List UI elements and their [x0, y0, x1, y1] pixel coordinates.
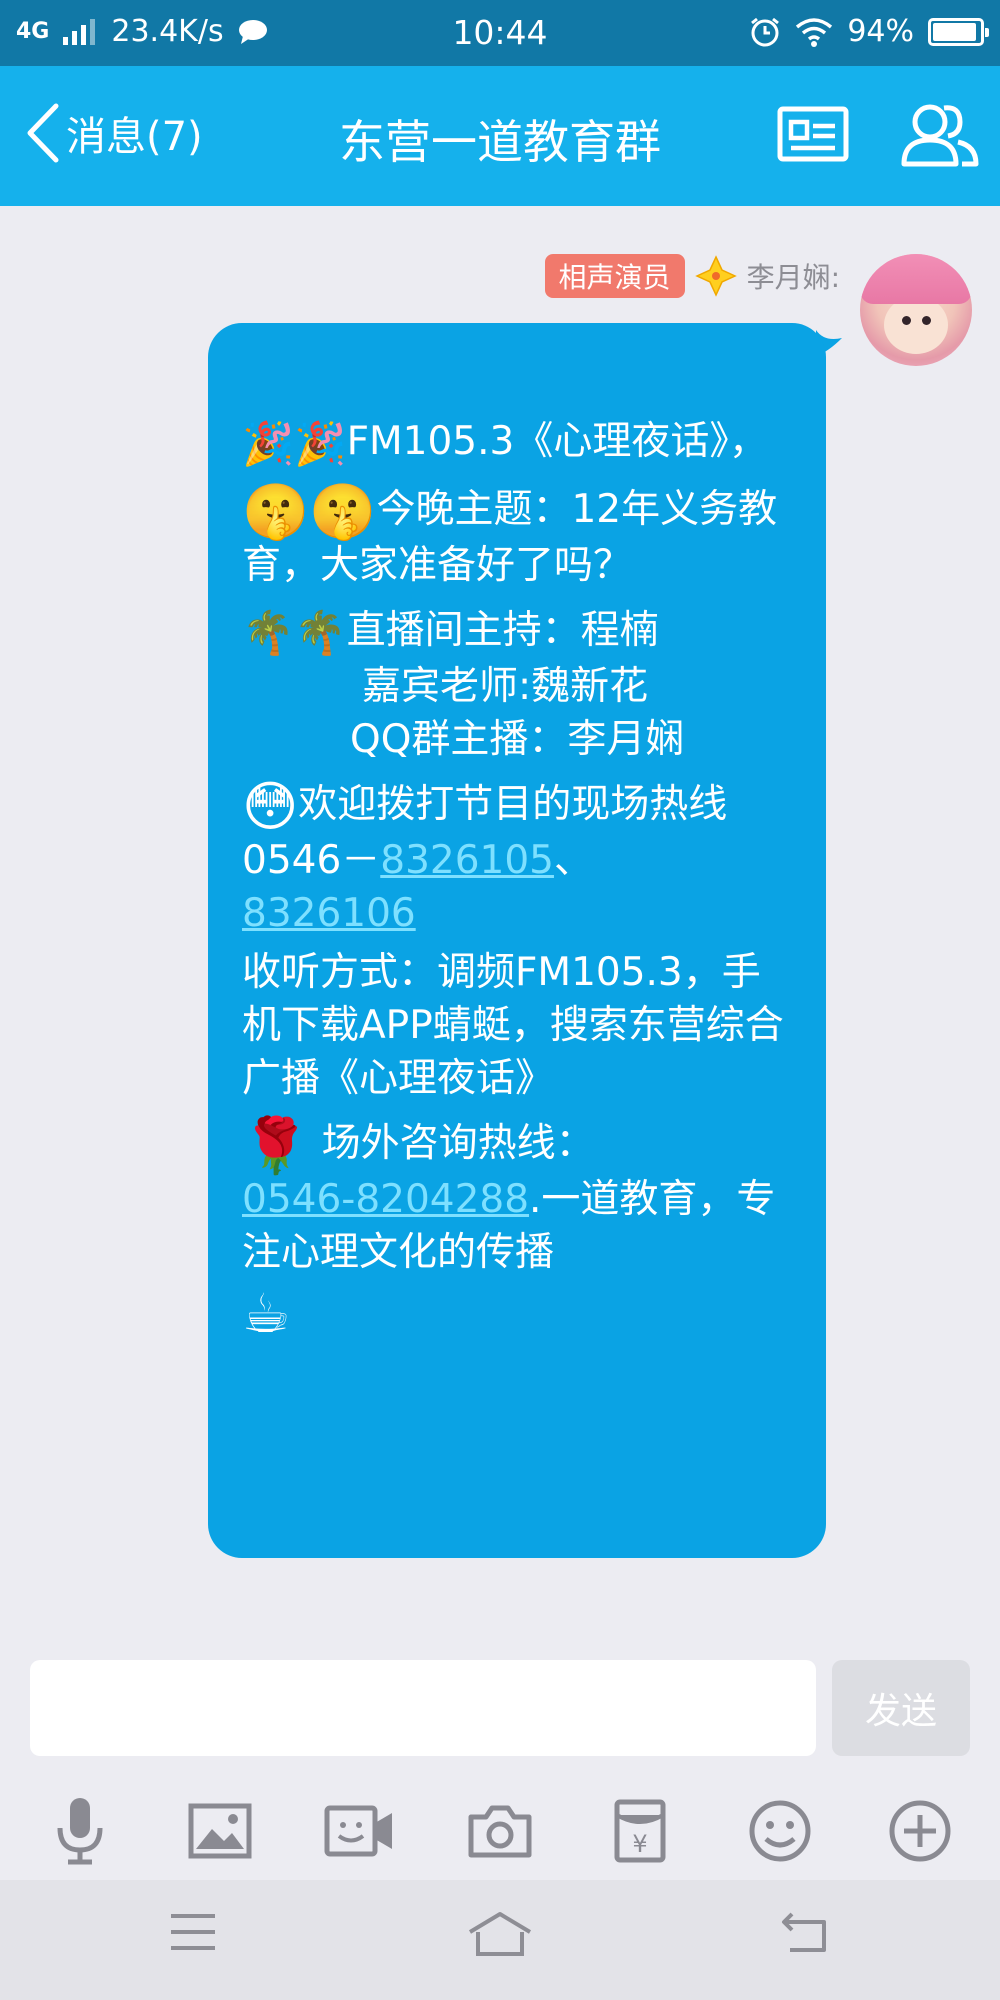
- camera-button[interactable]: [460, 1796, 540, 1866]
- svg-text:¥: ¥: [632, 1830, 647, 1858]
- alarm-icon: [751, 17, 780, 46]
- message-line-hotline: 😳欢迎拨打节目的现场热线0546－8326105、 8326106: [242, 775, 728, 937]
- system-nav-bar: [0, 1880, 1000, 2000]
- message-line-consult: 🌹 场外咨询热线： 0546-8204288.一道教育，专注心理文化的传播: [242, 1114, 776, 1276]
- dizzy-face-icon: 😳: [242, 775, 299, 838]
- nav-menu-button[interactable]: [168, 1910, 218, 1958]
- picture-icon: [188, 1803, 252, 1859]
- status-bar: 4G 23.4K/s 10:44 94%: [0, 0, 1000, 66]
- send-button[interactable]: 发送: [832, 1660, 970, 1756]
- shush-face-icon: 🤫🤫: [242, 480, 377, 543]
- party-popper-icon: 🎉🎉: [242, 419, 347, 468]
- red-packet-icon: ¥: [614, 1799, 666, 1863]
- sender-info: 相声演员 李月娴:: [544, 254, 840, 298]
- palm-tree-icon: 🌴🌴: [242, 608, 347, 657]
- microphone-icon: [57, 1798, 103, 1865]
- message-line-topic: 🤫🤫今晚主题：12年义务教育，大家准备好了吗？: [242, 480, 778, 589]
- battery-icon: [928, 17, 989, 46]
- plus-circle-icon: [889, 1800, 951, 1862]
- phone-link-3[interactable]: 0546-8204288: [242, 1177, 529, 1222]
- group-card-button[interactable]: [777, 106, 849, 166]
- coffee-icon: ☕: [242, 1282, 291, 1345]
- phone-link-1[interactable]: 8326105: [380, 838, 554, 883]
- smiley-icon: [749, 1800, 811, 1862]
- sender-avatar[interactable]: [860, 254, 972, 366]
- voice-button[interactable]: [40, 1796, 120, 1866]
- camera-icon: [468, 1805, 532, 1858]
- menu-icon: [171, 1914, 215, 1950]
- home-icon: [468, 1912, 532, 1956]
- nav-back-button[interactable]: [780, 1910, 830, 1958]
- message-line-listen: 收听方式：调频FM105.3，手机下载APP蜻蜓，搜索东营综合广播《心理夜话》: [242, 950, 784, 1101]
- group-members-button[interactable]: [900, 100, 980, 174]
- input-area: 发送 ¥: [0, 1640, 1000, 1880]
- battery-percent: 94%: [847, 14, 914, 49]
- chat-header: 消息(7) 东营一道教育群: [0, 66, 1000, 206]
- sender-name: 李月娴:: [746, 261, 840, 294]
- more-button[interactable]: [880, 1796, 960, 1866]
- member-title-badge: 相声演员: [544, 254, 685, 298]
- emoji-button[interactable]: [740, 1796, 820, 1866]
- message-line-coffee: ☕: [242, 1285, 792, 1341]
- group-title: 东营一道教育群: [339, 115, 661, 169]
- image-button[interactable]: [180, 1796, 260, 1866]
- video-button[interactable]: [320, 1796, 400, 1866]
- phone-link-2[interactable]: 8326106: [242, 891, 416, 936]
- wifi-icon: [796, 17, 833, 47]
- message-bubble[interactable]: 🎉🎉FM105.3《心理夜话》， 🤫🤫今晚主题：12年义务教育，大家准备好了吗？…: [208, 323, 826, 1558]
- input-toolbar: ¥: [0, 1796, 1000, 1866]
- id-card-icon: [777, 106, 849, 162]
- message-line-program: 🎉🎉FM105.3《心理夜话》，: [242, 415, 792, 471]
- message-input[interactable]: [30, 1660, 816, 1756]
- red-packet-button[interactable]: ¥: [600, 1796, 680, 1866]
- return-icon: [782, 1912, 826, 1952]
- nav-home-button[interactable]: [466, 1910, 534, 1962]
- members-icon: [901, 104, 979, 167]
- message-line-hosts: 🌴🌴直播间主持：程楠 嘉宾老师:魏新花 QQ群主播：李月娴: [242, 608, 685, 762]
- vip-star-icon: [694, 255, 737, 297]
- video-camera-icon: [324, 1805, 392, 1857]
- rose-icon: 🌹: [242, 1114, 310, 1177]
